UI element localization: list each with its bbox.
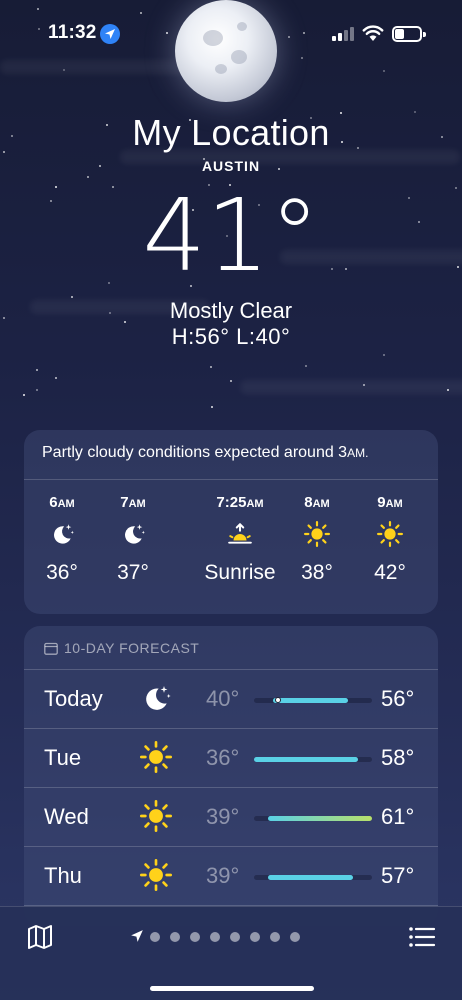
hourly-time: 9AM [377, 494, 403, 511]
temperature-range-bar [254, 875, 372, 880]
forecast-low: 36° [206, 745, 240, 770]
page-dot[interactable] [290, 932, 300, 942]
moon-stars-icon [32, 517, 92, 561]
page-dot[interactable] [210, 932, 220, 942]
wifi-icon [362, 25, 384, 41]
forecast-heading: 10-DAY FORECAST [64, 640, 200, 656]
sun-icon [140, 859, 174, 893]
sun-icon [360, 517, 420, 561]
hourly-temp: 38° [301, 561, 333, 584]
hourly-time: 8AM [304, 494, 330, 511]
forecast-low: 40° [206, 686, 240, 711]
hourly-temp: 36° [46, 561, 78, 584]
hourly-temp: Sunrise [204, 561, 276, 584]
calendar-icon [44, 642, 58, 655]
forecast-day: Wed [44, 804, 89, 829]
hourly-summary-text: Partly cloudy conditions expected around… [42, 444, 348, 461]
forecast-day: Today [44, 686, 103, 711]
moon-stars-icon [103, 517, 163, 561]
temperature-range-bar [254, 757, 372, 762]
map-icon[interactable] [26, 923, 54, 951]
high-low-temperature: H:56° L:40° [171, 324, 291, 349]
page-dot[interactable] [230, 932, 240, 942]
hourly-time: 10AM [434, 494, 438, 511]
forecast-day: Tue [44, 745, 82, 770]
sun-icon [140, 800, 174, 834]
hourly-scroll-list[interactable]: 6AM 36° 7AM 37° 7:25AM Sunrise 8AM 38° 9AM [24, 494, 438, 604]
forecast-row[interactable]: Thu 39° 57° [24, 847, 438, 906]
hourly-temp: 42° [374, 561, 406, 584]
sun-icon [287, 517, 347, 561]
forecast-row[interactable]: Wed 39° 61° [24, 788, 438, 847]
hourly-item: 8AM 38° [287, 494, 347, 585]
hourly-item: 9AM 42° [360, 494, 420, 585]
location-list-icon[interactable] [408, 925, 436, 949]
location-header: My Location AUSTIN [0, 112, 462, 174]
forecast-day: Thu [44, 863, 82, 888]
hourly-time: 6AM [49, 494, 75, 511]
forecast-low: 39° [206, 804, 240, 829]
forecast-high: 57° [381, 863, 415, 888]
forecast-low: 39° [206, 863, 240, 888]
temperature-range-fill [268, 816, 372, 821]
home-indicator[interactable] [150, 986, 314, 991]
city-name: AUSTIN [201, 158, 261, 174]
forecast-row[interactable]: Today 40° 56° [24, 670, 438, 729]
ten-day-forecast-card[interactable]: 10-DAY FORECAST Today 40° 56° Tue 36° 58°… [24, 626, 438, 926]
temperature-range-bar [254, 697, 372, 703]
cellular-signal-icon [332, 27, 354, 41]
location-arrow-icon [100, 24, 120, 44]
forecast-row[interactable]: Tue 36° 58° [24, 729, 438, 788]
sun-icon [434, 517, 438, 561]
moon-stars-icon [140, 682, 174, 716]
hourly-forecast-card[interactable]: Partly cloudy conditions expected around… [24, 430, 438, 614]
battery-icon [392, 26, 426, 42]
forecast-high: 56° [381, 686, 415, 711]
forecast-high: 61° [381, 804, 415, 829]
hourly-item: 10AM 4 [434, 494, 438, 585]
hourly-time: 7AM [120, 494, 146, 511]
temperature-range-fill [254, 757, 358, 762]
page-dot[interactable] [150, 932, 160, 942]
status-time: 11:32 [48, 22, 97, 43]
sunrise-icon [195, 517, 285, 561]
hourly-item: 7AM 37° [103, 494, 163, 585]
current-condition: Mostly Clear [169, 298, 293, 323]
page-dot[interactable] [270, 932, 280, 942]
location-title: My Location [132, 112, 330, 153]
hourly-temp: 37° [117, 561, 149, 584]
hourly-temp: 4 [434, 561, 438, 585]
page-dot[interactable] [250, 932, 260, 942]
hourly-time: 7:25AM [216, 494, 264, 511]
hourly-item: 6AM 36° [32, 494, 92, 585]
current-location-page-icon[interactable] [130, 929, 144, 943]
forecast-header: 10-DAY FORECAST [24, 626, 438, 670]
sun-icon [140, 741, 174, 775]
temperature-range-fill [268, 875, 354, 880]
forecast-high: 58° [381, 745, 415, 770]
hourly-item: 7:25AM Sunrise [195, 494, 285, 585]
hourly-summary-suffix: AM. [347, 446, 369, 460]
hourly-summary: Partly cloudy conditions expected around… [24, 430, 438, 480]
page-dot[interactable] [190, 932, 200, 942]
current-temp-dot [274, 697, 281, 703]
temperature-range-fill [272, 698, 349, 703]
temperature-range-bar [254, 816, 372, 821]
current-temperature: 41° [142, 177, 320, 294]
page-dot[interactable] [170, 932, 180, 942]
moon-image [175, 0, 277, 102]
